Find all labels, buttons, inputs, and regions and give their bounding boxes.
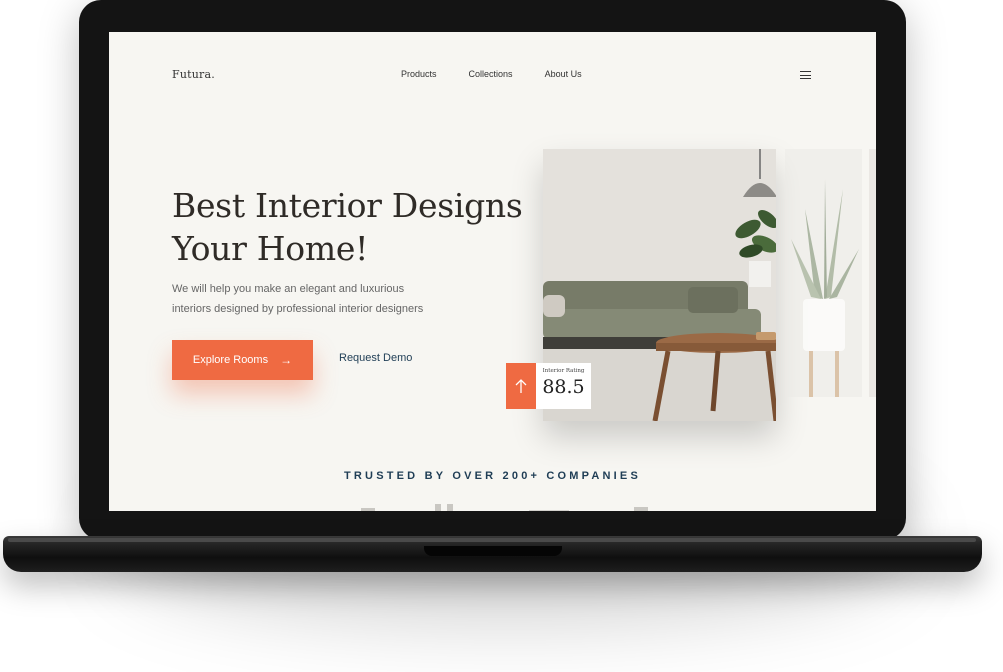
explore-rooms-button[interactable]: Explore Rooms → — [172, 340, 313, 380]
laptop-base-edge — [8, 538, 976, 542]
laptop-notch — [424, 546, 562, 556]
plant-illustration — [785, 149, 862, 397]
nav-link-products[interactable]: Products — [401, 69, 437, 79]
site-logo[interactable]: Futura. — [172, 68, 215, 81]
company-logos-strip — [361, 504, 648, 511]
nav-link-collections[interactable]: Collections — [469, 69, 513, 79]
request-demo-link[interactable]: Request Demo — [339, 352, 412, 364]
room-photo-peek — [869, 149, 876, 397]
hero-subtitle: We will help you make an elegant and lux… — [172, 279, 482, 319]
hero-subtitle-line-2: interiors designed by professional inter… — [172, 303, 424, 315]
room-photo-secondary — [785, 149, 862, 397]
interior-rating-card: Interior Rating 88.5 — [536, 363, 591, 409]
arrow-right-icon: → — [280, 353, 293, 367]
menu-icon[interactable] — [800, 71, 811, 79]
website-screen: Futura. Products Collections About Us Be… — [109, 32, 876, 511]
rating-label: Interior Rating — [542, 368, 585, 374]
rating-value: 88.5 — [542, 376, 585, 398]
hero-subtitle-line-1: We will help you make an elegant and lux… — [172, 283, 405, 295]
arrow-up-icon[interactable] — [506, 363, 536, 409]
explore-rooms-label: Explore Rooms — [192, 354, 269, 366]
main-nav: Products Collections About Us — [401, 69, 582, 79]
hero-title: Best Interior Designs Your Home! — [172, 184, 572, 270]
hero-title-line-1: Best Interior Designs — [172, 186, 523, 225]
nav-link-about-us[interactable]: About Us — [545, 69, 582, 79]
hero-title-line-2: Your Home! — [172, 229, 369, 268]
trusted-heading: TRUSTED BY OVER 200+ COMPANIES — [343, 470, 641, 482]
